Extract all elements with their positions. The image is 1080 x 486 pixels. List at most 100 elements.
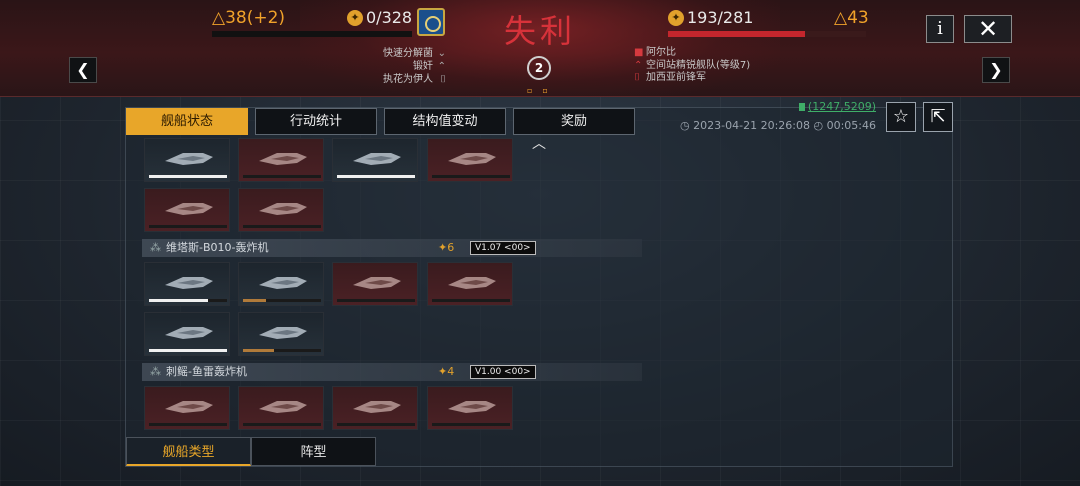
ship-hp-bar	[243, 299, 321, 302]
tab-ship-status[interactable]: 舰船状态	[126, 108, 248, 135]
ship-model-icon	[448, 277, 496, 289]
group-count: ✦6	[438, 241, 455, 254]
right-fleet-coins: ✦ 193/281	[668, 8, 753, 27]
ship-group-header[interactable]: ⁂ 刺鳐-鱼雷轰炸机 ✦4 V1.00 <00>	[142, 363, 642, 381]
bottom-tabs: 舰船类型 阵型	[126, 437, 376, 466]
right-coin-value: 193/281	[687, 8, 754, 27]
share-button[interactable]: ⇱	[923, 102, 953, 132]
tab-formation[interactable]: 阵型	[251, 437, 376, 466]
ship-hp-bar	[432, 299, 510, 302]
ship-card-alive[interactable]	[144, 262, 230, 306]
next-battle-button[interactable]: ❯	[982, 57, 1010, 83]
left-fleet-hp-bar	[212, 31, 412, 37]
group-version: V1.00 <00>	[470, 365, 536, 379]
round-indicator-dots: ▫▫	[527, 86, 558, 95]
ship-model-icon	[165, 327, 213, 339]
info-button[interactable]: i	[926, 15, 954, 43]
ship-status-list[interactable]: ⁂ 维塔斯-B010-轰炸机 ✦6 V1.07 <00> ⁂ 刺鳐-鱼雷轰炸机 ✦4…	[126, 136, 952, 436]
chevron-down-icon: ⌄	[437, 48, 446, 59]
battle-coordinates[interactable]: (1247,5209)	[808, 100, 876, 113]
ship-card-dead[interactable]	[144, 386, 230, 430]
ship-card-dead[interactable]	[332, 262, 418, 306]
report-tabs: 舰船状态 行动统计 结构值变动 奖励	[126, 108, 635, 135]
resource-icon: ✦	[668, 9, 684, 26]
ship-hp-bar	[337, 423, 415, 426]
enemy-info-list: ■ 阿尔比 ⌃ 空间站精锐舰队(等级7) ⌷ 加西亚前锋军	[634, 47, 750, 85]
chevron-up-icon: ⌃	[437, 61, 446, 72]
ship-model-icon	[259, 277, 307, 289]
formation-icon: ⁂	[150, 241, 161, 254]
ship-group-header[interactable]: ⁂ 维塔斯-B010-轰炸机 ✦6 V1.07 <00>	[142, 239, 642, 257]
right-fleet-hp-fill	[668, 31, 805, 37]
ship-card-alive[interactable]	[144, 138, 230, 182]
ship-model-icon	[448, 401, 496, 413]
ship-card-dead[interactable]	[332, 386, 418, 430]
ship-card-dead[interactable]	[427, 138, 513, 182]
battle-duration: 00:05:46	[826, 119, 876, 132]
tactic-label: 锻奸	[413, 61, 433, 72]
tab-ship-type[interactable]: 舰船类型	[126, 437, 251, 466]
ship-card-dead[interactable]	[427, 262, 513, 306]
close-button[interactable]: ✕	[964, 15, 1012, 43]
group-name: 维塔斯-B010-轰炸机	[166, 241, 269, 254]
ship-card-dead[interactable]	[238, 188, 324, 232]
battle-meta: (1247,5209) ◷ 2023-04-21 20:26:08 ◴ 00:0…	[680, 100, 876, 132]
left-fleet-coins: ✦ 0/328	[347, 8, 412, 27]
group-count: ✦4	[438, 365, 455, 378]
ship-model-icon	[353, 401, 401, 413]
ship-card-alive[interactable]	[238, 312, 324, 356]
ship-hp-bar	[243, 225, 321, 228]
formation-icon: ⁂	[150, 365, 161, 378]
ship-hp-bar	[149, 423, 227, 426]
timer-icon: ◴	[813, 119, 824, 132]
ship-hp-bar	[149, 175, 227, 178]
ship-hp-bar	[149, 349, 227, 352]
ship-hp-bar	[149, 299, 227, 302]
player-tactics-list: 快速分解菌 ⌄ 锻奸 ⌃ 执花为伊人 ⌷	[340, 47, 446, 86]
ship-model-icon	[353, 153, 401, 165]
result-title: 失利	[503, 12, 576, 50]
tab-structure-change[interactable]: 结构值变动	[384, 108, 506, 135]
favorite-star-button[interactable]: ☆	[886, 102, 916, 132]
ship-model-icon	[165, 203, 213, 215]
ship-hp-bar	[243, 423, 321, 426]
previous-battle-button[interactable]: ❮	[69, 57, 97, 83]
ship-hp-bar	[243, 349, 321, 352]
left-coin-value: 0/328	[366, 8, 413, 27]
player-emblem-icon[interactable]	[417, 8, 445, 36]
group-version: V1.07 <00>	[470, 241, 536, 255]
ship-card-dead[interactable]	[427, 386, 513, 430]
enemy-faction: 加西亚前锋军	[646, 72, 706, 83]
enemy-name: 阿尔比	[646, 47, 676, 58]
battle-datetime: 2023-04-21 20:26:08	[693, 119, 810, 132]
round-counter: 2	[527, 56, 551, 80]
pillar-icon: ⌷	[634, 72, 640, 83]
ship-hp-bar	[243, 175, 321, 178]
clock-icon: ◷	[680, 119, 690, 132]
ship-model-icon	[165, 153, 213, 165]
pillar-icon: ⌷	[440, 74, 446, 85]
ship-model-icon	[259, 327, 307, 339]
left-fleet-delta: △38(+2)	[212, 8, 286, 28]
right-fleet-delta: △43	[834, 8, 869, 28]
ship-hp-bar	[432, 423, 510, 426]
ship-model-icon	[353, 277, 401, 289]
ship-card-dead[interactable]	[238, 138, 324, 182]
ship-card-dead[interactable]	[144, 188, 230, 232]
ship-hp-bar	[149, 225, 227, 228]
ship-model-icon	[259, 401, 307, 413]
ship-card-alive[interactable]	[332, 138, 418, 182]
ship-model-icon	[259, 153, 307, 165]
tab-action-stats[interactable]: 行动统计	[255, 108, 377, 135]
resource-icon: ✦	[347, 9, 363, 26]
enemy-fleet: 空间站精锐舰队(等级7)	[646, 59, 751, 71]
ship-model-icon	[165, 401, 213, 413]
ship-card-alive[interactable]	[144, 312, 230, 356]
ship-card-alive[interactable]	[238, 262, 324, 306]
group-name: 刺鳐-鱼雷轰炸机	[166, 365, 247, 378]
ship-card-dead[interactable]	[238, 386, 324, 430]
ship-hp-bar	[337, 175, 415, 178]
tab-rewards[interactable]: 奖励	[513, 108, 635, 135]
location-flag-icon	[798, 103, 805, 111]
ship-model-icon	[165, 277, 213, 289]
